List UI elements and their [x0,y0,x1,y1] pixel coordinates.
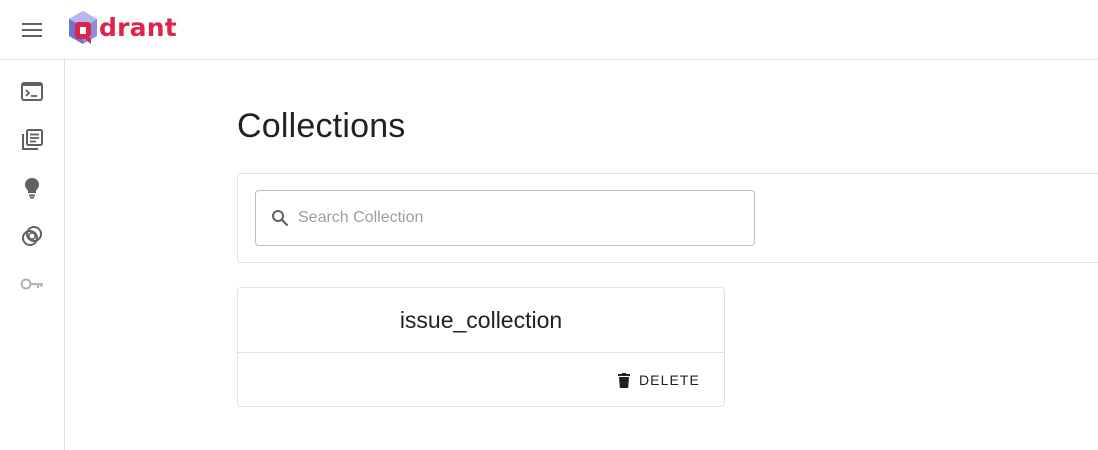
collection-name[interactable]: issue_collection [238,288,724,353]
datasets-rings-icon [22,226,42,246]
sidebar-item-datasets[interactable] [17,221,47,251]
card-actions: DELETE [238,353,724,407]
key-access-icon [20,278,43,290]
collections-library-icon [22,129,43,150]
page-title: Collections [237,107,406,145]
app-header: drant [0,0,1098,60]
terminal-console-icon [21,82,43,101]
sidebar [0,60,65,450]
search-input[interactable] [298,203,738,233]
delete-collection-button[interactable]: DELETE [610,363,708,397]
qdrant-logo-icon [69,11,97,44]
qdrant-logo[interactable]: drant [67,10,177,46]
search-panel [237,173,1098,263]
sidebar-item-console[interactable] [17,77,47,107]
sidebar-item-collections[interactable] [17,125,47,155]
search-field[interactable] [255,190,755,246]
main-content: Collections issue_collection DELETE [65,60,1098,450]
lightbulb-tutorial-icon [25,178,39,199]
search-icon [270,208,290,228]
sidebar-item-access-keys[interactable] [17,269,47,299]
logo-wordmark: drant [99,13,177,42]
trash-icon [617,372,630,388]
menu-button[interactable] [16,14,48,46]
delete-label: DELETE [638,372,700,388]
sidebar-item-tutorial[interactable] [17,173,47,203]
collection-card: issue_collection DELETE [237,287,725,407]
hamburger-menu-icon [22,23,42,37]
